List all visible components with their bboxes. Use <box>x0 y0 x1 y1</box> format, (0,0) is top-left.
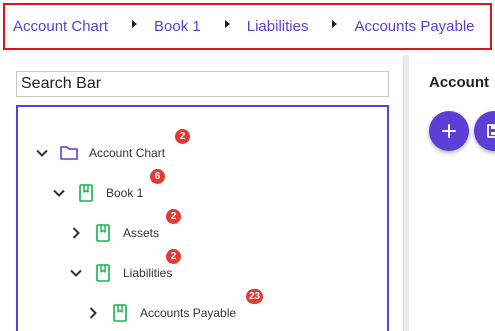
tree-node-assets[interactable]: Assets <box>69 220 159 246</box>
tree-node-label: Book 1 <box>106 186 144 200</box>
tree-node-account-chart[interactable]: Account Chart <box>35 140 165 166</box>
tree-node-label: Assets <box>123 226 160 240</box>
add-button[interactable] <box>429 111 469 151</box>
panel-divider[interactable] <box>403 55 409 331</box>
chevron-down-icon[interactable] <box>52 186 66 200</box>
book-icon <box>93 263 113 283</box>
breadcrumb-item-accounts-payable[interactable]: Accounts Payable <box>354 18 474 35</box>
count-badge: 2 <box>166 209 181 224</box>
book-icon <box>76 183 96 203</box>
book-icon <box>93 223 113 243</box>
breadcrumb-item-liabilities[interactable]: Liabilities <box>247 18 309 35</box>
breadcrumb-separator-icon <box>132 19 138 28</box>
chevron-down-icon[interactable] <box>35 146 49 160</box>
breadcrumb-item-account-chart[interactable]: Account Chart <box>13 18 108 35</box>
breadcrumb: Account Chart Book 1 Liabilities Account… <box>3 3 492 50</box>
tree-node-label: Accounts Payable <box>140 306 237 320</box>
search-input[interactable] <box>16 71 389 97</box>
save-icon <box>485 122 495 140</box>
breadcrumb-separator-icon <box>224 19 230 28</box>
book-icon <box>110 303 130 323</box>
folder-icon <box>59 143 79 163</box>
tree-node-liabilities[interactable]: Liabilities <box>69 260 172 286</box>
account-tree: Account Chart 2 Book 1 6 Assets 2 Liabil… <box>16 105 389 331</box>
panel-title: Account <box>429 74 489 91</box>
tree-node-label: Account Chart <box>89 146 166 160</box>
chevron-right-icon[interactable] <box>86 306 100 320</box>
plus-icon <box>440 122 458 140</box>
count-badge: 23 <box>246 289 264 304</box>
tree-node-label: Liabilities <box>123 266 173 280</box>
save-button[interactable] <box>474 111 495 151</box>
count-badge: 6 <box>150 169 165 184</box>
count-badge: 2 <box>175 129 190 144</box>
count-badge: 2 <box>166 249 181 264</box>
tree-node-accounts-payable[interactable]: Accounts Payable <box>86 300 236 326</box>
breadcrumb-item-book-1[interactable]: Book 1 <box>154 18 201 35</box>
chevron-right-icon[interactable] <box>69 226 83 240</box>
breadcrumb-separator-icon <box>332 19 338 28</box>
tree-node-book-1[interactable]: Book 1 <box>52 180 143 206</box>
chevron-down-icon[interactable] <box>69 266 83 280</box>
